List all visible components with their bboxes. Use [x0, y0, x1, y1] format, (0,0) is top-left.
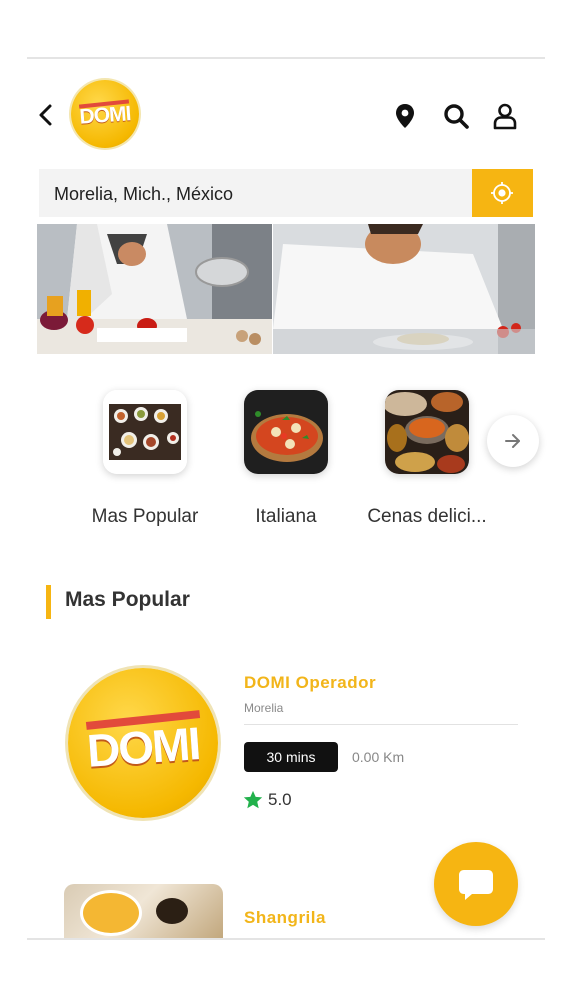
- location-button[interactable]: [390, 101, 420, 131]
- section-accent-bar: [46, 585, 51, 619]
- app-header: DOMI: [27, 75, 545, 155]
- chat-button[interactable]: [434, 842, 518, 926]
- search-icon: [444, 104, 469, 129]
- section-title: Mas Popular: [65, 588, 190, 611]
- distance-label: 0.00 Km: [352, 749, 405, 765]
- chevron-left-icon: [39, 104, 52, 126]
- pizza-thumbnail: [244, 390, 328, 474]
- domi-logo: DOMI: [71, 80, 139, 148]
- location-search: [39, 169, 533, 219]
- delivery-time-badge: 30 mins: [244, 742, 338, 772]
- restaurant-name: DOMI Operador: [244, 673, 377, 692]
- snacks-photo: [64, 884, 223, 940]
- categories-next-button[interactable]: [487, 415, 539, 467]
- chat-bubble-icon: [459, 870, 493, 900]
- chef-plating-dish-photo: [273, 224, 535, 354]
- category-label: Italiana: [255, 506, 317, 527]
- back-button[interactable]: [35, 101, 59, 129]
- category-cenas[interactable]: Cenas delici...: [362, 390, 492, 530]
- promo-banner[interactable]: [37, 224, 535, 354]
- restaurant-logo-text: DOMI: [85, 717, 201, 777]
- crosshair-icon: [491, 182, 513, 204]
- star-icon: [243, 790, 263, 809]
- restaurant-logo: DOMI: [68, 668, 218, 818]
- restaurant-city: Morelia: [244, 701, 284, 715]
- restaurant-name: Shangrila: [244, 908, 326, 927]
- restaurant-card[interactable]: DOMI DOMI Operador Morelia 30 mins 0.00 …: [60, 660, 530, 830]
- category-italiana[interactable]: Italiana: [221, 390, 351, 530]
- category-mas-popular[interactable]: Mas Popular: [80, 390, 210, 530]
- sauce-bowl: [156, 898, 188, 924]
- user-icon: [493, 103, 517, 130]
- curry-dishes-thumbnail: [385, 390, 469, 474]
- chef-mixing-bowl-photo: [37, 224, 272, 354]
- location-input[interactable]: [39, 169, 488, 219]
- profile-button[interactable]: [490, 101, 520, 131]
- food-spread-thumbnail: [103, 390, 187, 474]
- search-button[interactable]: [441, 101, 471, 131]
- rating-value: 5.0: [268, 790, 292, 809]
- chips-bowl: [80, 890, 142, 936]
- locate-me-button[interactable]: [472, 169, 533, 217]
- arrow-right-icon: [505, 434, 520, 448]
- category-label: Cenas delici...: [367, 506, 487, 527]
- top-divider: [27, 57, 545, 59]
- logo-text: DOMI: [78, 102, 132, 129]
- category-label: Mas Popular: [91, 506, 199, 527]
- bottom-divider: [27, 938, 545, 940]
- map-pin-icon: [396, 104, 414, 128]
- restaurant-divider: [244, 724, 518, 725]
